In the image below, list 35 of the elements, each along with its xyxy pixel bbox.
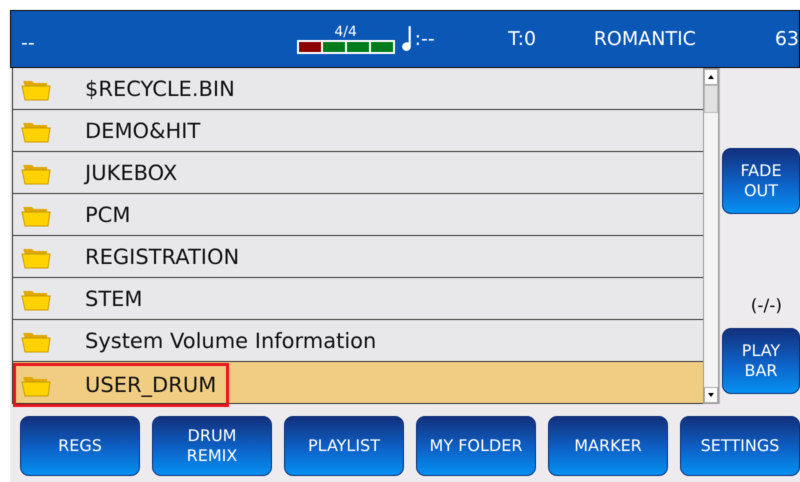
time-signature: 4/4 (334, 24, 357, 40)
folder-name: $RECYCLE.BIN (85, 76, 235, 100)
folder-row[interactable]: $RECYCLE.BIN (13, 68, 703, 110)
folder-name: JUKEBOX (85, 160, 178, 184)
folder-name: DEMO&HIT (85, 118, 200, 142)
folder-row[interactable]: USER_DRUM (13, 362, 703, 404)
bar-info: (-/-) (750, 296, 782, 316)
transpose-value: T:0 (508, 28, 538, 50)
function-button[interactable]: REGS (20, 416, 140, 476)
folder-row[interactable]: STEM (13, 278, 703, 320)
scroll-up-icon[interactable] (704, 69, 718, 85)
folder-row[interactable]: PCM (13, 194, 703, 236)
scrollbar[interactable] (703, 68, 719, 404)
folder-row[interactable]: REGISTRATION (13, 236, 703, 278)
song-name: -- (21, 32, 36, 54)
folder-row[interactable]: DEMO&HIT (13, 110, 703, 152)
play-bar-button[interactable]: PLAY BAR (722, 328, 800, 394)
folder-row[interactable]: JUKEBOX (13, 152, 703, 194)
style-number: 63 (774, 28, 800, 50)
function-button[interactable]: DRUM REMIX (152, 416, 272, 476)
fade-out-button[interactable]: FADE OUT (722, 148, 800, 214)
function-button[interactable]: PLAYLIST (284, 416, 404, 476)
folder-name: STEM (85, 286, 143, 310)
note-icon (400, 25, 413, 53)
scroll-thumb[interactable] (704, 85, 718, 113)
folder-name: REGISTRATION (85, 244, 240, 268)
style-name: ROMANTIC (594, 28, 697, 50)
function-button[interactable]: MY FOLDER (416, 416, 536, 476)
folder-name: System Volume Information (85, 328, 376, 352)
function-button[interactable]: SETTINGS (680, 416, 800, 476)
function-button[interactable]: MARKER (548, 416, 668, 476)
folder-name: PCM (85, 202, 130, 226)
scroll-down-icon[interactable] (704, 387, 718, 403)
folder-name: USER_DRUM (85, 372, 216, 396)
tempo-value: :-- (414, 28, 436, 50)
